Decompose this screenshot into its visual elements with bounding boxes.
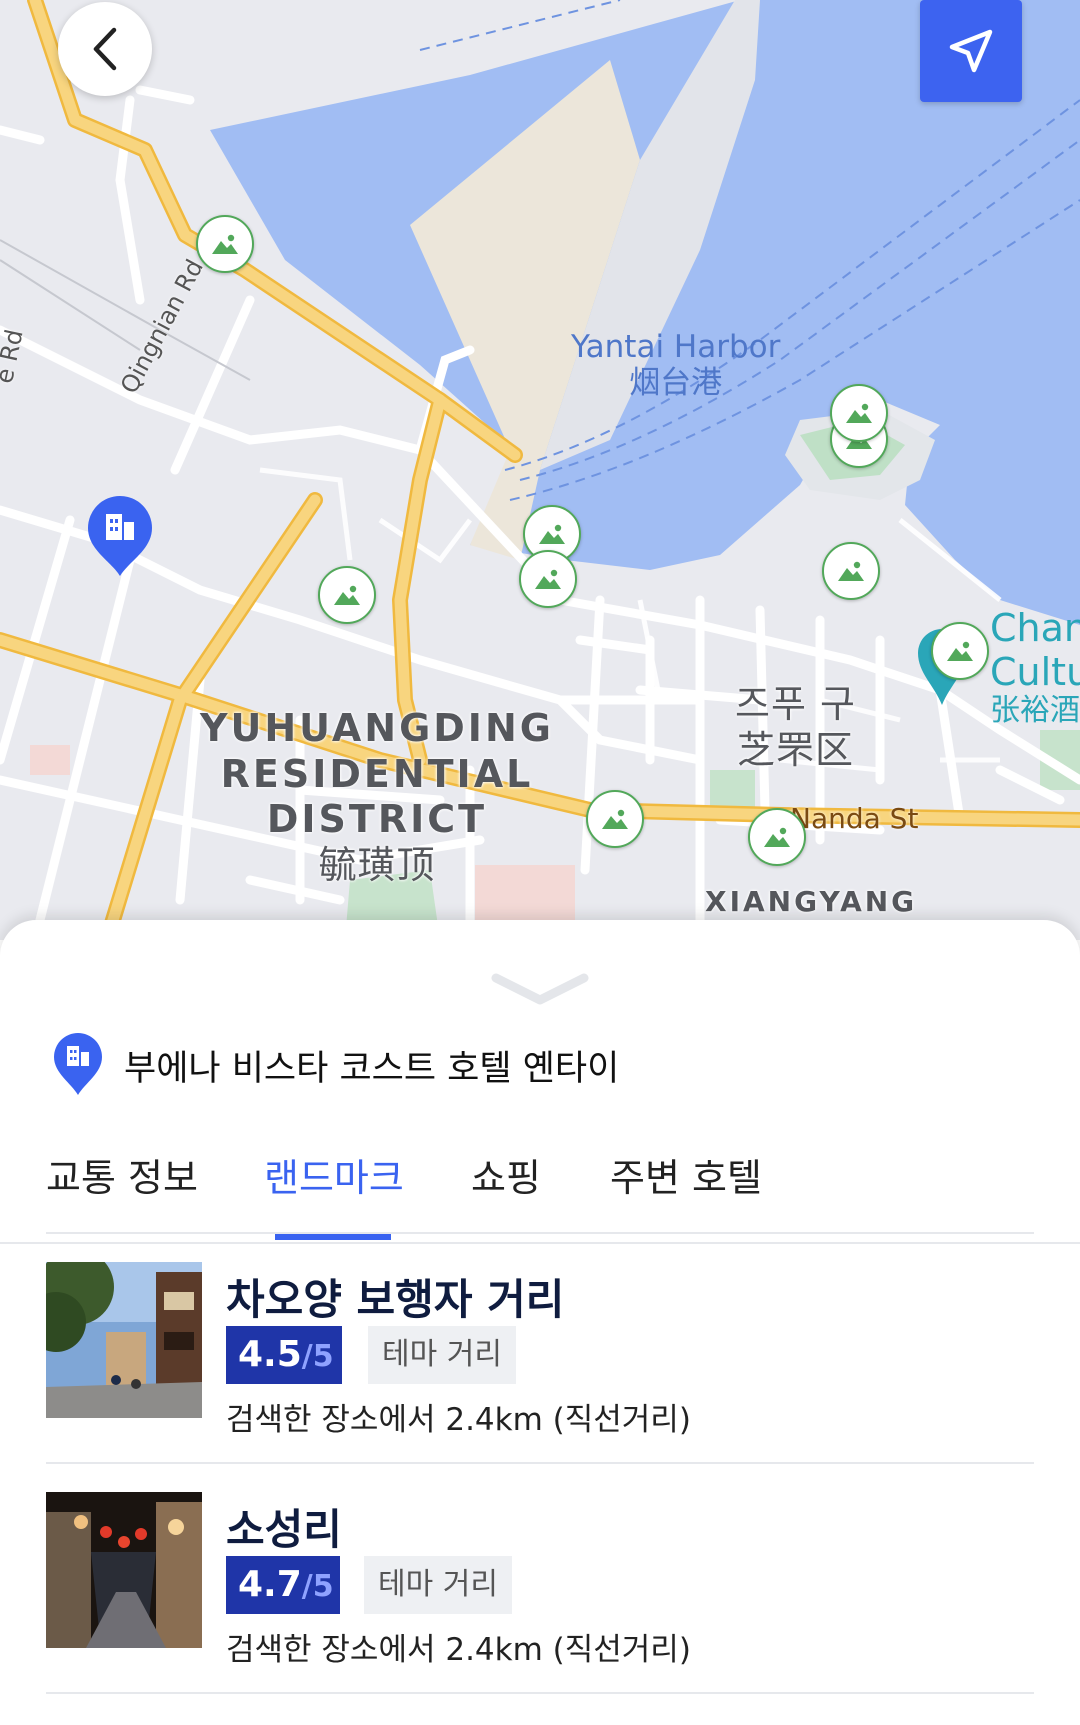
district-label-zhifu-kr: 즈푸 구 [735, 682, 856, 726]
road-label-nanda: Nanda St [790, 802, 919, 835]
tab-transport[interactable]: 교통 정보 [46, 1128, 198, 1242]
back-button[interactable] [58, 2, 152, 96]
rating-badge: 4.5 /5 [226, 1326, 342, 1384]
hotel-pin-icon[interactable] [86, 496, 154, 578]
harbor-label-cn: 烟台港 [629, 364, 723, 401]
landscape-icon [947, 641, 973, 661]
tab-bar: 교통 정보 랜드마크 쇼핑 주변 호텔 [0, 1128, 1080, 1244]
rating-badge: 4.7 /5 [226, 1556, 340, 1614]
harbor-label: Yantai Harbor 烟台港 [571, 329, 781, 401]
landmark-title: 차오양 보행자 거리 [226, 1275, 565, 1324]
poi-label-changyu: Chan Cultu 张裕酒 [990, 606, 1080, 729]
landscape-icon [539, 524, 565, 544]
divider [46, 1692, 1034, 1694]
rating-outof: /5 [301, 1339, 334, 1374]
district-label-zhifu: 즈푸 구 芝罘区 [735, 682, 856, 773]
district-label-xiangyang: XIANGYANG [705, 885, 918, 918]
poi-label-line2: Cultu [990, 649, 1080, 694]
divider [46, 1232, 1034, 1234]
building-pin-icon [54, 1033, 102, 1095]
landmark-marker[interactable] [822, 542, 880, 600]
landmark-marker[interactable] [318, 566, 376, 624]
landscape-icon [334, 585, 360, 605]
hotel-row: 부에나 비스타 코스트 호텔 옌타이 [52, 1030, 619, 1100]
landmark-thumbnail [46, 1492, 202, 1648]
rating-score: 4.5 [238, 1334, 302, 1375]
district-label-line3: DISTRICT [266, 797, 488, 842]
rating-outof: /5 [301, 1569, 334, 1604]
map-view[interactable]: Yantai Harbor 烟台港 YUHUANGDING RESIDENTIA… [0, 0, 1080, 940]
rating-score: 4.7 [238, 1564, 302, 1605]
chevron-left-icon [93, 27, 117, 71]
landmark-marker[interactable] [586, 790, 644, 848]
landscape-icon [602, 809, 628, 829]
category-tag: 테마 거리 [364, 1556, 512, 1614]
hotel-name: 부에나 비스타 코스트 호텔 옌타이 [124, 1048, 620, 1089]
distance-text: 검색한 장소에서 2.4km (직선거리) [226, 1402, 691, 1438]
landscape-icon [764, 827, 790, 847]
district-label-line1: YUHUANGDING [200, 706, 554, 750]
tab-landmarks[interactable]: 랜드마크 [264, 1128, 404, 1242]
landmark-item[interactable]: 소성리 4.7 /5 테마 거리 검색한 장소에서 2.4km (직선거리) [46, 1492, 1034, 1668]
category-tag: 테마 거리 [368, 1326, 516, 1384]
landmark-marker[interactable] [830, 384, 888, 442]
landscape-icon [212, 234, 238, 254]
navigation-arrow-icon [949, 29, 993, 73]
poi-label-cn: 张裕酒 [990, 693, 1080, 729]
sheet-collapse-handle[interactable] [490, 970, 590, 1010]
poi-label-line1: Chan [990, 606, 1080, 650]
divider [46, 1462, 1034, 1464]
landscape-icon [838, 561, 864, 581]
landscape-icon [846, 403, 872, 423]
my-location-button[interactable] [920, 0, 1022, 102]
landmark-marker[interactable] [931, 622, 989, 680]
landmark-thumbnail [46, 1262, 202, 1418]
landmark-title: 소성리 [226, 1505, 342, 1554]
bottom-sheet: 부에나 비스타 코스트 호텔 옌타이 교통 정보 랜드마크 쇼핑 주변 호텔 차… [0, 920, 1080, 1725]
district-label-yuhuangding: YUHUANGDING RESIDENTIAL DISTRICT 毓璜顶 [200, 706, 554, 888]
landmark-marker[interactable] [519, 550, 577, 608]
district-label-cn: 毓璜顶 [318, 842, 436, 887]
landmark-marker[interactable] [748, 808, 806, 866]
distance-text: 검색한 장소에서 2.4km (직선거리) [226, 1632, 691, 1668]
landmark-item[interactable]: 차오양 보행자 거리 4.5 /5 테마 거리 검색한 장소에서 2.4km (… [46, 1262, 1034, 1438]
landscape-icon [535, 569, 561, 589]
tab-nearby-hotels[interactable]: 주변 호텔 [610, 1128, 762, 1242]
landmark-marker[interactable] [196, 215, 254, 273]
district-label-zhifu-cn: 芝罘区 [736, 727, 854, 772]
district-label-line2: RESIDENTIAL [220, 751, 534, 796]
harbor-label-en: Yantai Harbor [571, 329, 781, 365]
tab-shopping[interactable]: 쇼핑 [471, 1128, 541, 1242]
